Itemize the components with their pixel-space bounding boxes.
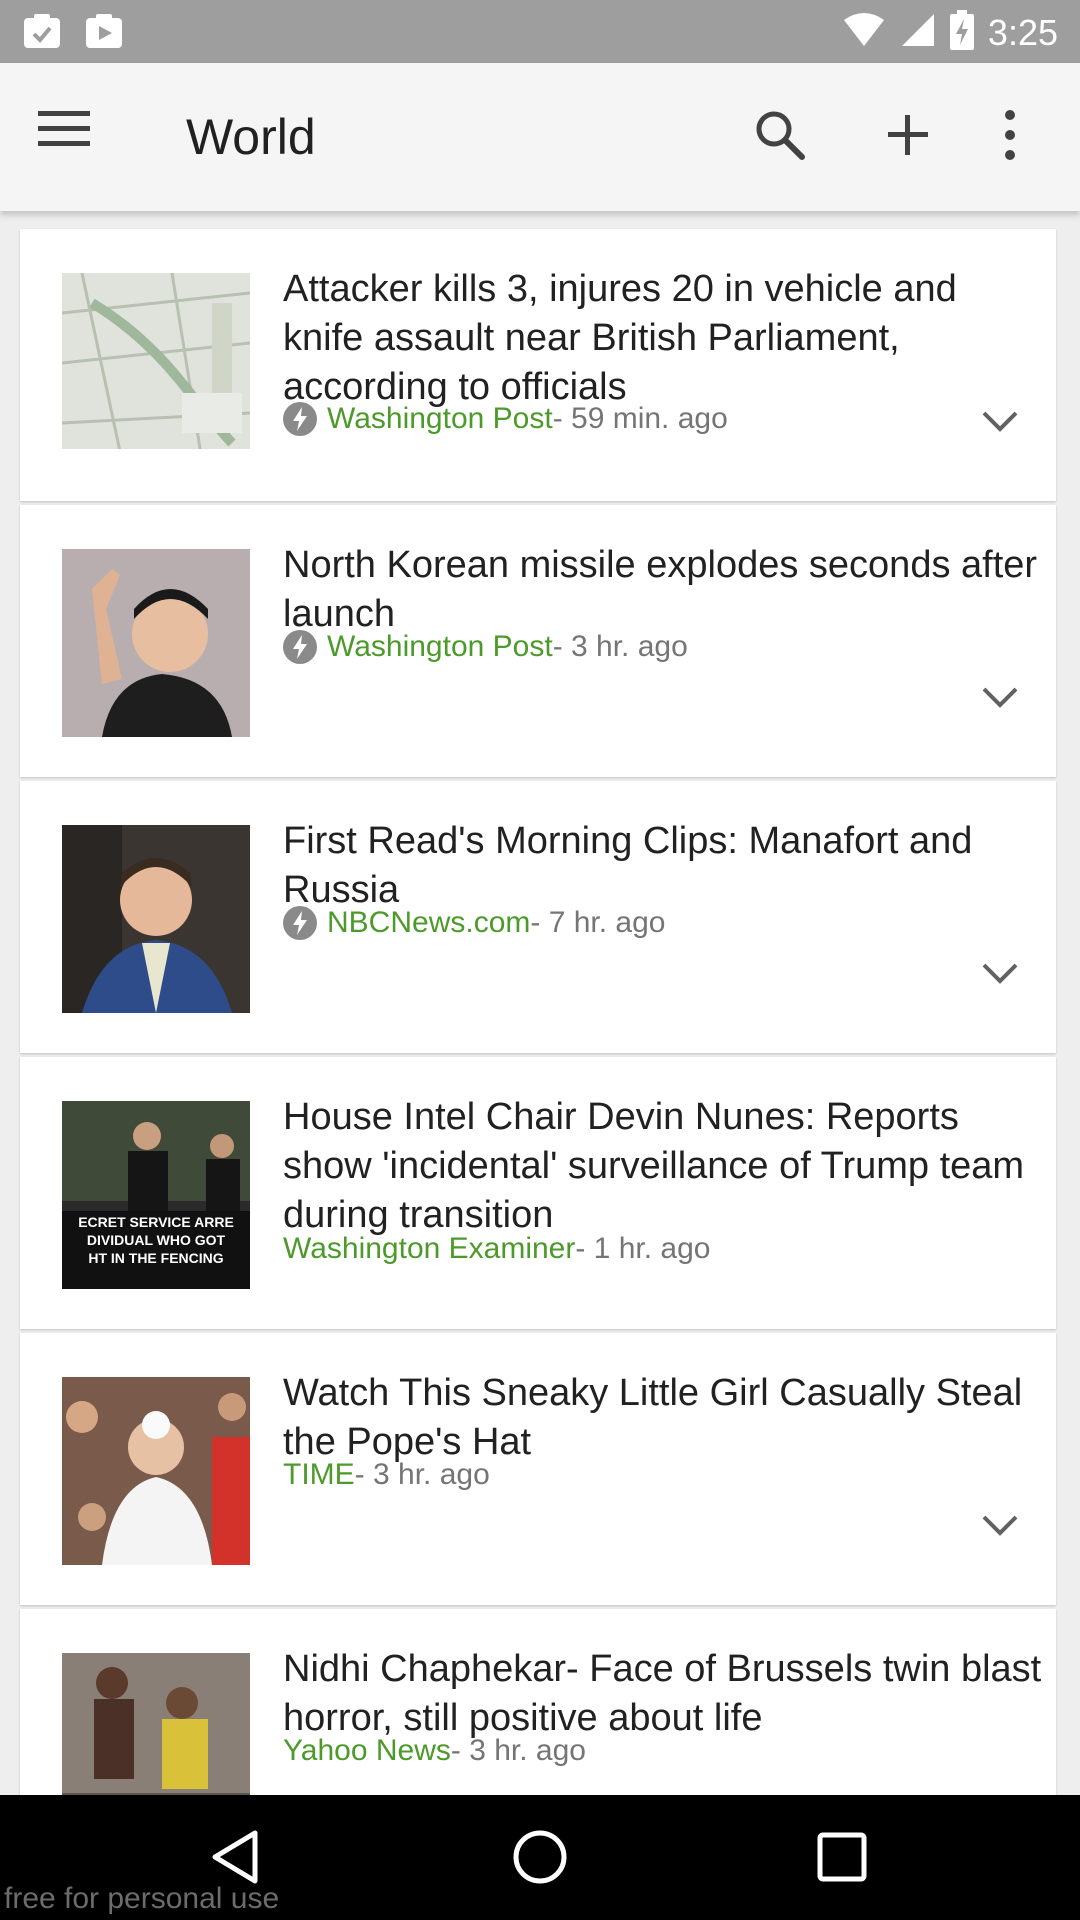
article-meta: Washington Examiner - 1 hr. ago [283, 1231, 710, 1267]
timestamp: - 7 hr. ago [530, 906, 666, 939]
headline[interactable]: Watch This Sneaky Little Girl Casually S… [283, 1369, 1043, 1467]
chevron-down-icon[interactable] [980, 1511, 1020, 1539]
chevron-down-icon[interactable] [980, 407, 1020, 435]
timestamp: - 59 min. ago [552, 402, 728, 435]
clock: 3:25 [987, 11, 1058, 53]
more-vert-icon[interactable] [990, 105, 1050, 169]
news-card[interactable]: Watch This Sneaky Little Girl Casually S… [20, 1333, 1056, 1605]
timestamp: - 3 hr. ago [450, 1734, 586, 1767]
paul-manafort-thumbnail [62, 825, 250, 1013]
amp-lightning-icon [283, 906, 317, 940]
article-meta: Yahoo News - 3 hr. ago [283, 1733, 586, 1769]
source-link[interactable]: Washington Examiner [283, 1231, 575, 1267]
article-meta: TIME - 3 hr. ago [283, 1457, 490, 1493]
article-meta: Washington Post - 59 min. ago [283, 401, 728, 437]
search-icon[interactable] [750, 105, 814, 169]
page-title: World [186, 109, 316, 165]
app-bar: World [0, 63, 1080, 211]
back-icon[interactable] [205, 1827, 265, 1887]
source-link[interactable]: Washington Post [327, 401, 553, 437]
screenshot-notification-icon [22, 12, 62, 55]
news-card[interactable]: North Korean missile explodes seconds af… [20, 505, 1056, 777]
thumbnail-caption-line: ECRET SERVICE ARRE [78, 1214, 234, 1230]
thumbnail-caption-line: HT IN THE FENCING [88, 1250, 224, 1266]
source-link[interactable]: Yahoo News [283, 1733, 451, 1769]
map-of-parliament-thumbnail [62, 273, 250, 461]
article-meta: Washington Post - 3 hr. ago [283, 629, 688, 665]
headline[interactable]: Nidhi Chaphekar- Face of Brussels twin b… [283, 1645, 1043, 1743]
news-card[interactable]: First Read's Morning Clips: Manafort and… [20, 781, 1056, 1053]
news-feed[interactable]: Attacker kills 3, injures 20 in vehicle … [0, 211, 1080, 1795]
amp-lightning-icon [283, 402, 317, 436]
headline[interactable]: North Korean missile explodes seconds af… [283, 541, 1043, 639]
brussels-blast-thumbnail [62, 1653, 250, 1795]
play-store-notification-icon [84, 12, 124, 55]
timestamp: - 3 hr. ago [354, 1458, 490, 1491]
home-icon[interactable] [510, 1827, 570, 1887]
wifi-icon [842, 12, 886, 53]
source-link[interactable]: Washington Post [327, 629, 553, 665]
add-icon[interactable] [878, 105, 942, 169]
headline[interactable]: First Read's Morning Clips: Manafort and… [283, 817, 1043, 915]
news-card[interactable]: Nidhi Chaphekar- Face of Brussels twin b… [20, 1609, 1056, 1795]
watermark: free for personal use [4, 1882, 280, 1915]
source-link[interactable]: TIME [283, 1457, 355, 1493]
headline[interactable]: House Intel Chair Devin Nunes: Reports s… [283, 1093, 1043, 1240]
recents-icon[interactable] [812, 1827, 872, 1887]
kim-jong-un-waving-thumbnail [62, 549, 250, 737]
timestamp: - 1 hr. ago [575, 1232, 711, 1265]
article-meta: NBCNews.com - 7 hr. ago [283, 905, 665, 941]
battery-charging-icon [949, 10, 974, 55]
news-card[interactable]: ECRET SERVICE ARRE DIVIDUAL WHO GOT HT I… [20, 1057, 1056, 1329]
status-bar: 3:25 [0, 0, 1080, 63]
timestamp: - 3 hr. ago [552, 630, 688, 663]
thumbnail-caption-line: DIVIDUAL WHO GOT [86, 1232, 226, 1248]
hamburger-menu-icon[interactable] [38, 109, 106, 165]
chevron-down-icon[interactable] [980, 683, 1020, 711]
source-link[interactable]: NBCNews.com [327, 905, 530, 941]
secret-service-thumbnail: ECRET SERVICE ARRE DIVIDUAL WHO GOT HT I… [62, 1101, 250, 1289]
amp-lightning-icon [283, 630, 317, 664]
pope-francis-thumbnail [62, 1377, 250, 1565]
chevron-down-icon[interactable] [980, 959, 1020, 987]
news-card[interactable]: Attacker kills 3, injures 20 in vehicle … [20, 229, 1056, 501]
cell-signal-icon [900, 12, 936, 53]
headline[interactable]: Attacker kills 3, injures 20 in vehicle … [283, 265, 1043, 412]
